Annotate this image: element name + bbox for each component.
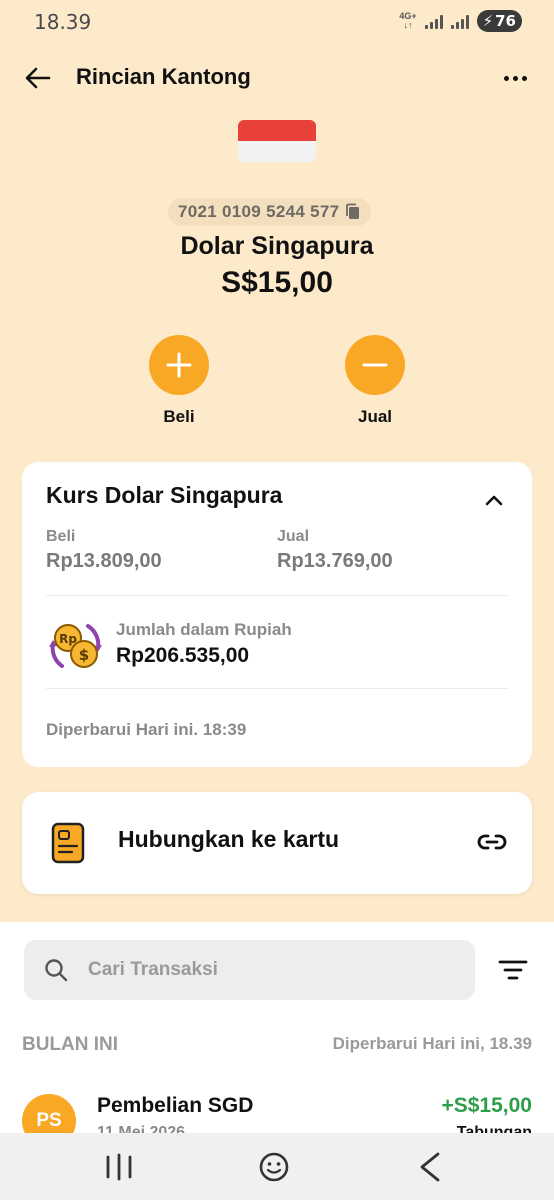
- singapore-flag-icon: [238, 120, 316, 162]
- divider: [46, 688, 508, 689]
- link-card-label: Hubungkan ke kartu: [118, 826, 340, 852]
- filter-icon: [498, 960, 528, 980]
- signal-icon: [424, 13, 443, 29]
- plus-icon: [166, 352, 192, 378]
- buy-rate: Beli Rp13.809,00: [46, 528, 162, 573]
- transaction-title: Pembelian SGD: [97, 1094, 254, 1117]
- battery-level: 76: [495, 12, 516, 30]
- signal-icon: [450, 13, 469, 29]
- section-label: BULAN INI: [22, 1034, 119, 1055]
- chevron-up-icon: [485, 495, 503, 506]
- section-updated: Diperbarui Hari ini, 18.39: [332, 1034, 532, 1053]
- account-number: 7021 0109 5244 577: [178, 202, 340, 221]
- network-indicator: 4G+ ↓↑: [399, 12, 416, 30]
- data-arrows-icon: ↓↑: [403, 20, 413, 30]
- sell-rate-value: Rp13.769,00: [277, 550, 393, 572]
- home-button[interactable]: [254, 1149, 294, 1185]
- arrow-left-icon: [25, 67, 51, 89]
- charging-icon: ⚡: [482, 12, 494, 30]
- rate-updated-label: Diperbarui Hari ini. 18:39: [46, 720, 247, 739]
- buy-label: Beli: [163, 407, 195, 426]
- pocket-name: Dolar Singapura: [180, 232, 374, 260]
- account-number-chip[interactable]: 7021 0109 5244 577: [168, 198, 372, 226]
- buy-button[interactable]: Beli: [139, 335, 219, 427]
- back-button[interactable]: [20, 60, 56, 96]
- status-time: 18.39: [34, 10, 92, 34]
- sell-label: Jual: [357, 407, 393, 426]
- back-nav-button[interactable]: [410, 1149, 450, 1185]
- card-icon: [51, 822, 85, 864]
- exchange-rate-card: Kurs Dolar Singapura Beli Rp13.809,00 Ju…: [22, 462, 532, 767]
- minus-icon: [362, 363, 388, 367]
- transaction-search-bar[interactable]: [24, 940, 475, 1000]
- sell-rate: Jual Rp13.769,00: [277, 528, 393, 573]
- buy-rate-value: Rp13.809,00: [46, 550, 162, 572]
- rate-card-title: Kurs Dolar Singapura: [46, 482, 283, 508]
- conversion-label: Jumlah dalam Rupiah: [116, 620, 292, 639]
- page-title: Rincian Kantong: [76, 64, 251, 89]
- recent-apps-icon: [106, 1153, 132, 1181]
- home-icon: [259, 1152, 289, 1182]
- search-icon: [45, 959, 68, 982]
- minus-circle[interactable]: [345, 335, 405, 395]
- collapse-button[interactable]: [480, 486, 508, 514]
- battery-indicator: ⚡ 76: [476, 10, 522, 32]
- currency-exchange-icon: Rp $: [49, 624, 102, 668]
- buy-rate-label: Beli: [46, 528, 76, 545]
- filter-button[interactable]: [496, 954, 530, 986]
- status-bar: 18.39 4G+ ↓↑ ⚡ 76: [0, 0, 554, 44]
- svg-text:$: $: [79, 646, 89, 664]
- divider: [46, 595, 508, 596]
- plus-circle[interactable]: [149, 335, 209, 395]
- sell-button[interactable]: Jual: [335, 335, 415, 427]
- more-button[interactable]: [500, 66, 530, 90]
- sell-rate-label: Jual: [277, 528, 310, 545]
- copy-icon[interactable]: [345, 203, 361, 221]
- more-icon: [503, 75, 509, 81]
- pocket-balance: S$15,00: [221, 266, 333, 299]
- status-icons: 4G+ ↓↑ ⚡ 76: [399, 10, 522, 32]
- recent-apps-button[interactable]: [99, 1149, 139, 1185]
- link-card-button[interactable]: Hubungkan ke kartu: [22, 792, 532, 894]
- search-input[interactable]: [88, 940, 458, 1000]
- transaction-amount: +S$15,00: [441, 1094, 532, 1117]
- back-nav-icon: [420, 1152, 440, 1182]
- app-header: Rincian Kantong: [0, 52, 554, 104]
- conversion-value: Rp206.535,00: [116, 644, 250, 667]
- link-icon: [477, 834, 507, 850]
- system-nav-bar: [0, 1133, 554, 1200]
